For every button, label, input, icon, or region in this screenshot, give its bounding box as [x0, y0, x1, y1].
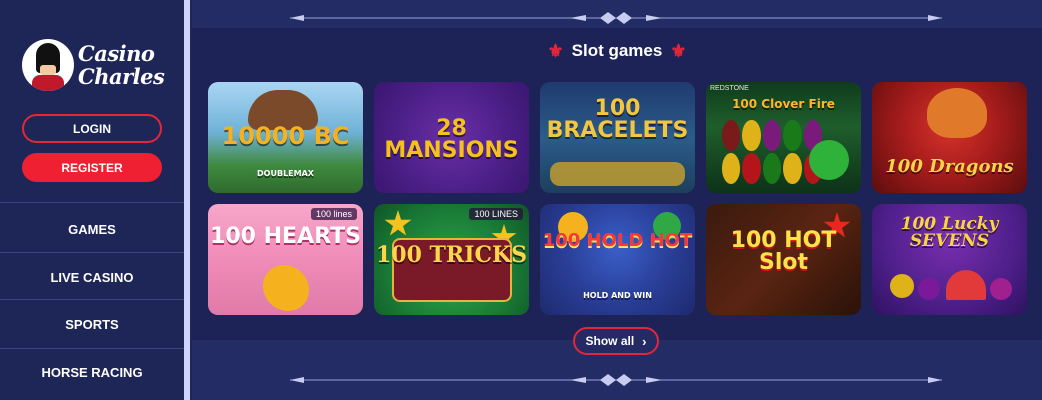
game-card-10000-bc[interactable]: 10000 BC DOUBLEMAX — [208, 82, 363, 193]
game-card-100-hold-hot[interactable]: 100 HOLD HOT HOLD AND WIN — [540, 204, 695, 315]
sidebar-item-games[interactable]: GAMES — [0, 217, 184, 241]
game-title: 10000 BC — [221, 122, 350, 150]
fleur-de-lis-icon: ⚜ — [547, 40, 564, 61]
game-card-100-clover-fire[interactable]: REDSTONE 100 Clover Fire — [706, 82, 861, 193]
nav-divider — [0, 252, 184, 253]
register-button[interactable]: REGISTER — [22, 153, 162, 182]
fleur-de-lis-icon: ⚜ — [670, 40, 687, 61]
game-tag: 100 LINES — [469, 208, 523, 220]
game-title: 100 Clover Fire — [732, 97, 835, 111]
game-card-100-lucky-sevens[interactable]: 100 Lucky SEVENS — [872, 204, 1027, 315]
show-all-label: Show all — [585, 334, 635, 348]
game-card-100-hot-slot[interactable]: 100 HOT Slot — [706, 204, 861, 315]
show-all-button[interactable]: Show all › — [573, 327, 659, 355]
ornament-divider-bottom — [290, 374, 942, 386]
sidebar-item-live-casino[interactable]: LIVE CASINO — [0, 265, 184, 289]
game-title: 100 HOLD HOT — [542, 230, 693, 251]
casino-charles-logo[interactable]: Casino Charles — [22, 36, 172, 94]
game-subtitle: DOUBLEMAX — [257, 169, 314, 178]
game-card-100-dragons[interactable]: 100 Dragons — [872, 82, 1027, 193]
game-title: 100 HOT Slot — [730, 228, 837, 275]
game-tag: 100 lines — [310, 208, 357, 220]
game-card-100-bracelets[interactable]: 100 BRACELETS — [540, 82, 695, 193]
section-title: ⚜ Slot games ⚜ — [192, 38, 1042, 64]
chevron-right-icon: › — [642, 333, 647, 349]
login-button[interactable]: LOGIN — [22, 114, 162, 143]
game-title: 28 MANSIONS — [384, 116, 519, 163]
logo-line-1: Casino — [78, 41, 155, 66]
ornament-divider-top — [290, 12, 942, 24]
game-title: 100 TRICKS — [375, 242, 528, 268]
guard-mascot-icon — [22, 39, 74, 91]
game-card-28-mansions[interactable]: 28 MANSIONS — [374, 82, 529, 193]
sidebar-item-horse-racing[interactable]: HORSE RACING — [0, 360, 184, 384]
game-title: 100 BRACELETS — [546, 96, 689, 143]
game-title: 100 HEARTS — [210, 224, 361, 249]
game-card-100-hearts[interactable]: 100 lines 100 HEARTS — [208, 204, 363, 315]
game-title: 100 Lucky SEVENS — [900, 214, 999, 251]
game-card-100-tricks[interactable]: 100 LINES 100 TRICKS — [374, 204, 529, 315]
sidebar: Casino Charles LOGIN REGISTER GAMES LIVE… — [0, 0, 184, 400]
sidebar-item-sports[interactable]: SPORTS — [0, 312, 184, 336]
nav-divider — [0, 202, 184, 203]
game-brand: REDSTONE — [710, 85, 749, 92]
nav-divider — [0, 299, 184, 300]
nav-divider — [0, 348, 184, 349]
game-title: 100 Dragons — [885, 156, 1014, 177]
logo-line-2: Charles — [78, 64, 165, 89]
section-title-text: Slot games — [571, 41, 663, 60]
game-subtitle: HOLD AND WIN — [583, 291, 652, 300]
